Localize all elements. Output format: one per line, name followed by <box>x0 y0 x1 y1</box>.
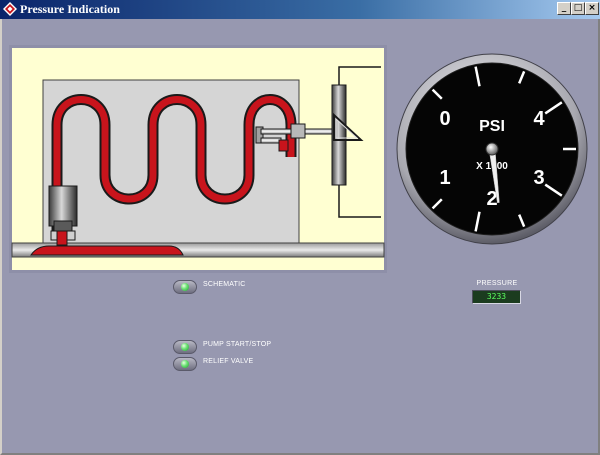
dial-label-0: 0 <box>439 108 450 130</box>
close-button[interactable]: × <box>585 2 599 15</box>
dial-label-4: 4 <box>533 108 545 130</box>
indicator-lamp-icon[interactable] <box>173 340 197 354</box>
indicator-lamp-icon[interactable] <box>173 357 197 371</box>
relief-valve-label: RELIEF VALVE <box>203 358 254 365</box>
pressure-gauge: 0 1 2 3 4 PSI X 1000 <box>396 53 588 245</box>
pump-cylinder <box>48 185 78 227</box>
window-title: Pressure Indication <box>20 2 120 16</box>
gauge-unit-label: PSI <box>479 118 505 135</box>
dial-label-3: 3 <box>533 167 544 189</box>
pressure-label: PRESSURE <box>476 280 518 287</box>
dial-label-1: 1 <box>439 167 450 189</box>
needle-hub <box>485 142 499 156</box>
hydraulic-schematic <box>9 45 387 273</box>
schematic-toggle-label: SCHEMATIC <box>203 281 246 288</box>
indicator-lamp-icon[interactable] <box>173 280 197 294</box>
maximize-button[interactable]: □ <box>571 2 585 15</box>
app-diamond-icon[interactable] <box>3 2 17 16</box>
fluid-pool <box>30 245 184 256</box>
pressure-readout: 3233 <box>472 290 521 304</box>
pump-start-stop-label: PUMP START/STOP <box>203 341 272 348</box>
title-bar[interactable]: Pressure Indication _ □ × <box>0 0 600 19</box>
minimize-button[interactable]: _ <box>557 2 571 15</box>
